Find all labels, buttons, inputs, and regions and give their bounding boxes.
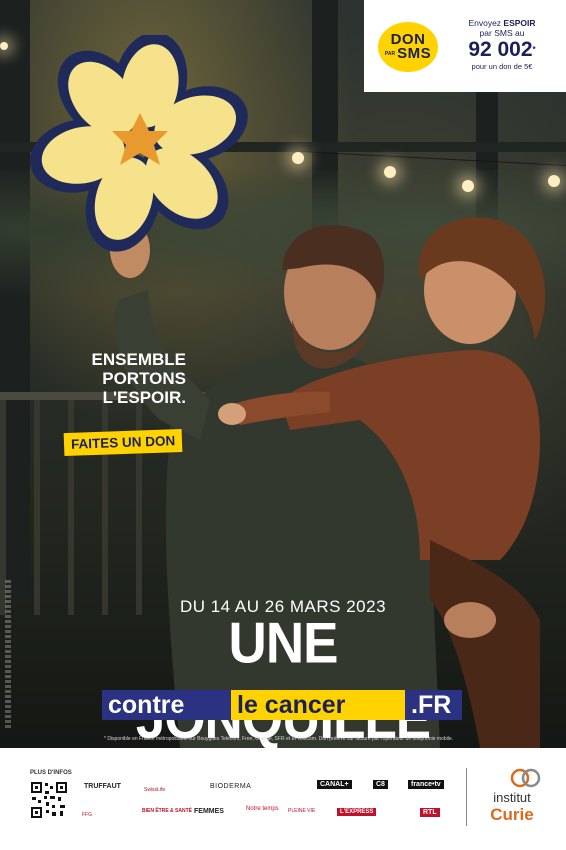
partner-logo-swisslife: SwissLife	[144, 787, 166, 793]
sms-donation-box: DON PAR SMS Envoyez ESPOIR par SMS au 92…	[364, 0, 566, 92]
brand-institut: institut	[493, 790, 531, 805]
poster: DON PAR SMS Envoyez ESPOIR par SMS au 92…	[0, 0, 566, 850]
sms-number: 92 002*	[444, 38, 560, 62]
sms-line-1: Envoyez ESPOIR	[444, 18, 560, 28]
partner-logo-bien-etre-sante: BIEN ÊTRE & SANTÉ	[142, 808, 193, 814]
partner-logo-france-tv: france•tv	[408, 780, 444, 789]
brand-curie: Curie	[490, 805, 534, 824]
more-info-label: PLUS D'INFOS	[30, 770, 72, 776]
sms-line-2: par SMS au	[479, 28, 525, 38]
badge-sms: SMS	[397, 45, 432, 62]
sms-number-value: 92 002	[468, 38, 533, 61]
url-part-le-cancer: le cancer	[231, 690, 405, 720]
partner-logo-truffaut: TRUFFAUT	[84, 783, 121, 790]
tagline: ENSEMBLE PORTONS L'ESPOIR.	[56, 350, 186, 407]
partner-logo-c8: C8	[373, 780, 388, 789]
footer-divider	[466, 768, 467, 826]
tagline-line-3: L'ESPOIR.	[102, 388, 186, 407]
donate-button[interactable]: FAITES UN DON	[63, 428, 183, 457]
partner-logo-lexpress: L'EXPRESS	[337, 808, 377, 816]
headline: UNE JONQUILLE	[136, 611, 431, 751]
partner-logo-rtl: RTL	[420, 808, 440, 817]
partner-logo-notre-temps: Notre temps	[246, 806, 279, 812]
partner-logo-ffg: FFG	[82, 812, 92, 818]
campaign-url[interactable]: contre le cancer .FR	[102, 690, 462, 720]
vertical-legal-text	[5, 580, 11, 730]
don-par-sms-badge: DON PAR SMS	[378, 22, 438, 72]
daffodil-lamp	[30, 35, 248, 252]
sms-line-1-text: Envoyez	[468, 18, 504, 28]
badge-par: PAR	[384, 50, 396, 57]
tagline-line-2: PORTONS	[102, 369, 186, 388]
sms-instructions: Envoyez ESPOIR par SMS au 92 002* pour u…	[444, 18, 560, 71]
partner-logo-femmes: FEMMES	[194, 808, 224, 815]
url-part-fr: .FR	[405, 690, 462, 720]
partner-logo-canal-plus: CANAL+	[317, 780, 352, 789]
sms-number-footnote-mark: *	[532, 45, 536, 54]
legal-footnote: * Disponible en France métropolitaine su…	[104, 736, 454, 742]
tagline-line-1: ENSEMBLE	[91, 350, 186, 369]
institut-curie-logo-icon	[510, 768, 541, 788]
sms-keyword: ESPOIR	[503, 18, 536, 28]
partner-logo-bioderma: BIODERMA	[210, 783, 252, 790]
qr-code-icon[interactable]	[30, 781, 68, 819]
sms-line-3: pour un don de 5€	[471, 62, 533, 71]
partner-logo-pleine-vie: PLEINE VIE	[288, 808, 316, 814]
url-part-contre: contre	[102, 690, 231, 720]
